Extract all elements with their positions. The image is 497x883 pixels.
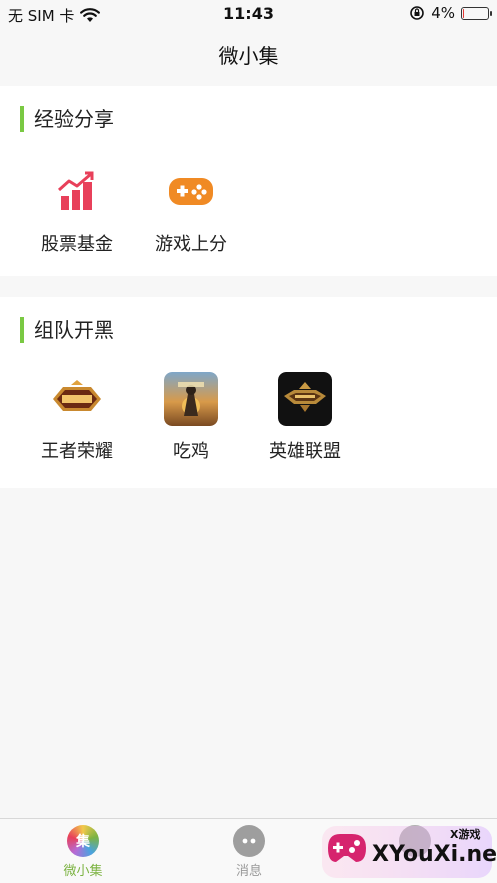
grid-item-label: 吃鸡: [173, 441, 209, 462]
watermark-brand: XYouXi.net: [372, 842, 497, 867]
grid-item-stocks-funds[interactable]: 股票基金: [22, 164, 132, 256]
grid-item-game-rank[interactable]: 游戏上分: [136, 164, 246, 256]
orientation-lock-icon: [410, 6, 425, 20]
weixiaoji-tab-icon: 集: [67, 825, 99, 857]
stock-chart-icon: [49, 164, 105, 220]
message-tab-icon: [233, 825, 265, 857]
watermark-tag: X游戏: [450, 828, 481, 841]
section-team-up: 组队开黑 王者荣耀 吃鸡 英雄联盟: [0, 297, 497, 488]
status-right: 4%: [409, 4, 492, 22]
grid-item-honor-of-kings[interactable]: 王者荣耀: [22, 371, 132, 463]
status-bar: 无 SIM 卡 11:43 4%: [0, 0, 497, 28]
league-of-legends-icon: [277, 371, 333, 427]
grid-item-pubg[interactable]: 吃鸡: [136, 371, 246, 463]
honor-of-kings-logo: [49, 371, 105, 427]
gamepad-icon: [163, 164, 219, 220]
tab-weixiaoji[interactable]: 集 微小集: [28, 825, 138, 879]
grid-item-label: 游戏上分: [155, 234, 227, 255]
battery-fill: [463, 8, 464, 18]
tab-label: 消息: [235, 864, 262, 879]
site-watermark: X游戏 XYouXi.net: [322, 822, 497, 880]
pubg-game-icon: [163, 371, 219, 427]
tab-messages[interactable]: 消息: [194, 825, 304, 879]
grid-item-label: 王者荣耀: [41, 441, 113, 462]
section-title: 组队开黑: [20, 317, 114, 343]
grid-item-league-of-legends[interactable]: 英雄联盟: [250, 371, 360, 463]
tab-label: 微小集: [63, 864, 103, 879]
battery-percent: 4%: [431, 4, 455, 22]
grid-item-label: 股票基金: [41, 234, 113, 255]
section-experience-sharing: 经验分享 股票基金 游戏上分: [0, 86, 497, 276]
section-title: 经验分享: [20, 106, 114, 132]
page-title: 微小集: [0, 28, 497, 84]
tab-badge: 集: [76, 834, 90, 850]
battery-icon: [461, 6, 492, 20]
grid-item-label: 英雄联盟: [269, 441, 341, 462]
